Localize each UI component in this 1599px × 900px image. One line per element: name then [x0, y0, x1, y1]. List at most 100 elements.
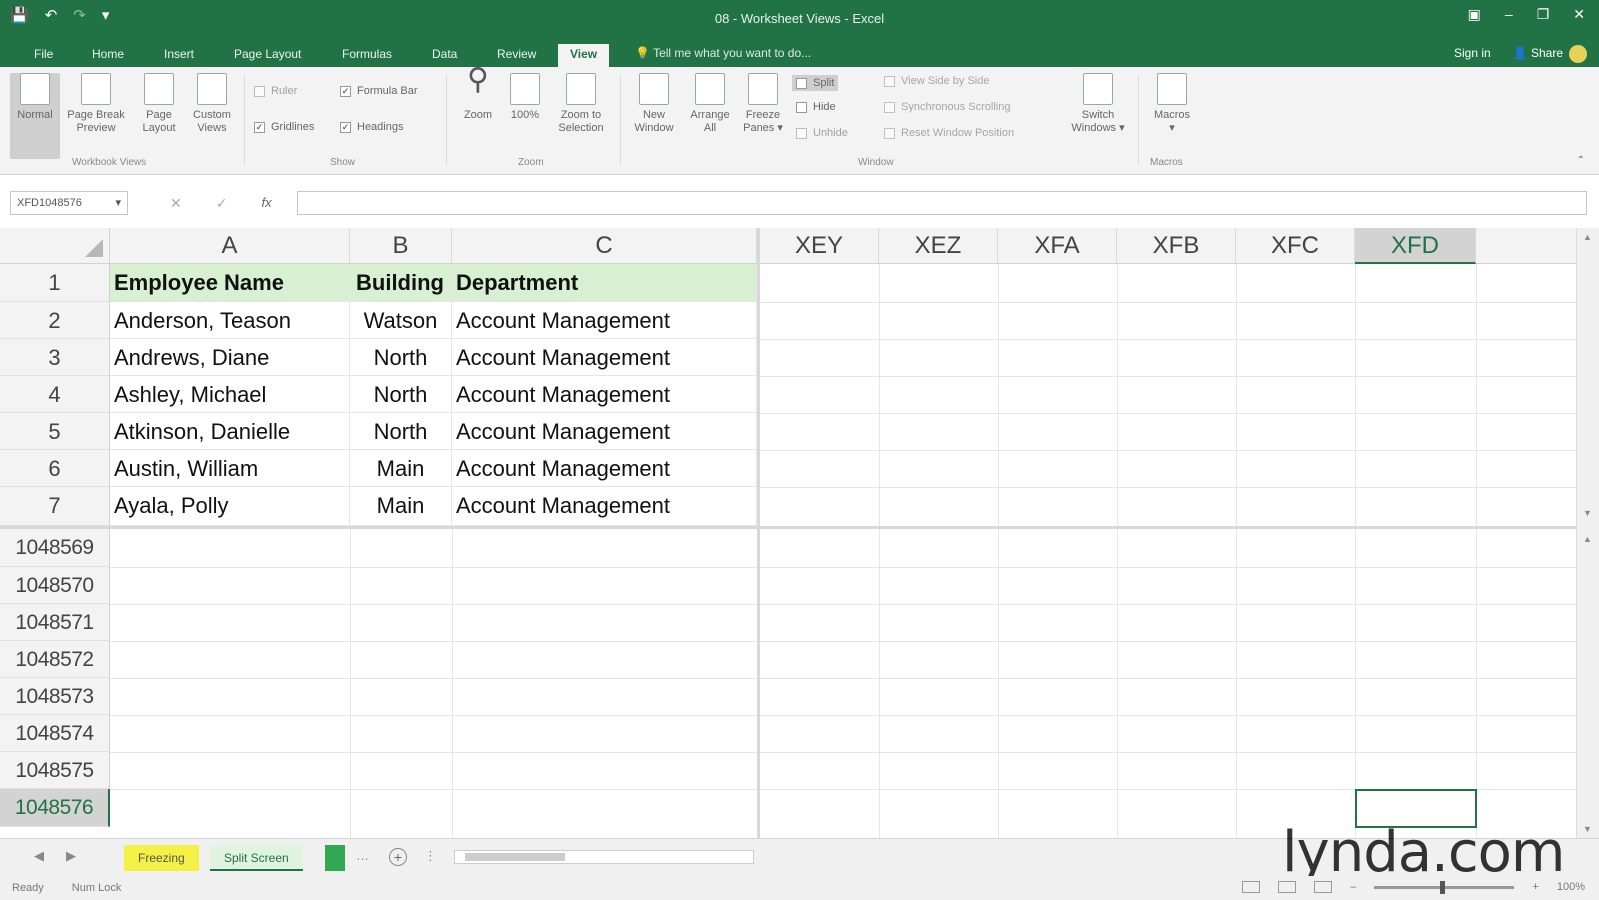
- row-header[interactable]: 1048573: [0, 678, 110, 715]
- cell-b[interactable]: North: [350, 339, 452, 376]
- zoom-100-button[interactable]: 100%: [505, 73, 545, 122]
- horizontal-scrollbar[interactable]: [454, 850, 754, 864]
- sheet-tab-split-screen[interactable]: Split Screen: [210, 845, 303, 871]
- column-header-xey[interactable]: XEY: [760, 228, 879, 264]
- freeze-panes-button[interactable]: Freeze Panes ▾: [738, 73, 788, 135]
- insert-function-button[interactable]: fx: [261, 195, 271, 212]
- name-box[interactable]: XFD1048576 ▾: [10, 191, 128, 215]
- row-header[interactable]: 4: [0, 376, 110, 413]
- row-header[interactable]: 1048572: [0, 641, 110, 678]
- arrange-all-button[interactable]: Arrange All: [684, 73, 736, 135]
- zoom-slider[interactable]: [1374, 880, 1515, 894]
- tab-formulas[interactable]: Formulas: [330, 44, 404, 67]
- row-header[interactable]: 5: [0, 413, 110, 450]
- minimize-icon[interactable]: –: [1505, 6, 1513, 23]
- column-header-xfa[interactable]: XFA: [998, 228, 1117, 264]
- split-button[interactable]: Split: [792, 75, 839, 91]
- cell-b[interactable]: North: [350, 376, 452, 413]
- add-sheet-icon[interactable]: +: [389, 848, 407, 866]
- page-layout-view-icon[interactable]: [1278, 881, 1297, 893]
- tab-home[interactable]: Home: [80, 44, 136, 67]
- cell-c[interactable]: Account Management: [452, 487, 757, 526]
- cell-b[interactable]: North: [350, 413, 452, 450]
- row-header[interactable]: 1048574: [0, 715, 110, 752]
- cancel-icon[interactable]: ✕: [170, 195, 182, 212]
- horizontal-split-bar[interactable]: [0, 526, 1576, 529]
- row-header[interactable]: 1048571: [0, 604, 110, 641]
- cell-a[interactable]: Ashley, Michael: [110, 376, 350, 413]
- row-header[interactable]: 1: [0, 264, 110, 302]
- sheet-tab-freezing[interactable]: Freezing: [124, 845, 199, 871]
- tell-me-box[interactable]: 💡 Tell me what you want to do...: [635, 46, 811, 60]
- tab-split-handle-icon[interactable]: ⋮: [424, 848, 437, 864]
- row-header[interactable]: 6: [0, 450, 110, 487]
- tab-data[interactable]: Data: [420, 44, 469, 67]
- cell-c[interactable]: Account Management: [452, 302, 757, 339]
- column-header-xfd[interactable]: XFD: [1355, 228, 1476, 264]
- row-header-selected[interactable]: 1048576: [0, 789, 110, 827]
- custom-views-button[interactable]: Custom Views: [186, 73, 238, 135]
- collapse-ribbon-icon[interactable]: ⌃: [1577, 155, 1585, 166]
- tab-review[interactable]: Review: [485, 44, 548, 67]
- page-break-preview-button[interactable]: Page Break Preview: [62, 73, 130, 135]
- cell-a[interactable]: Atkinson, Danielle: [110, 413, 350, 450]
- zoom-out-icon[interactable]: –: [1350, 881, 1356, 893]
- page-layout-view-button[interactable]: Page Layout: [134, 73, 184, 135]
- column-header-c[interactable]: C: [452, 228, 757, 264]
- page-break-view-icon[interactable]: [1314, 881, 1333, 893]
- row-header[interactable]: 3: [0, 339, 110, 376]
- formula-input[interactable]: [297, 191, 1587, 215]
- cell-b[interactable]: Main: [350, 487, 452, 526]
- cell-c1[interactable]: Department: [452, 264, 757, 302]
- cell-a[interactable]: Andrews, Diane: [110, 339, 350, 376]
- new-window-button[interactable]: New Window: [626, 73, 682, 135]
- cell-c[interactable]: Account Management: [452, 413, 757, 450]
- formula-bar-checkbox[interactable]: ✓ Formula Bar: [340, 85, 418, 97]
- prev-sheet-icon[interactable]: ◀: [34, 848, 44, 864]
- zoom-in-icon[interactable]: +: [1532, 881, 1538, 893]
- tab-page-layout[interactable]: Page Layout: [222, 44, 313, 67]
- unhide-button[interactable]: Unhide: [796, 127, 848, 139]
- reset-window-position-button[interactable]: Reset Window Position: [884, 127, 1014, 139]
- cell-a[interactable]: Anderson, Teason: [110, 302, 350, 339]
- tab-view[interactable]: View: [558, 44, 610, 67]
- sign-in-link[interactable]: Sign in: [1454, 46, 1491, 60]
- cell-b[interactable]: Watson: [350, 302, 452, 339]
- select-all-button[interactable]: [0, 228, 110, 264]
- scroll-down-icon[interactable]: ▼: [1583, 508, 1592, 518]
- ribbon-display-icon[interactable]: ▣: [1468, 6, 1481, 23]
- sync-scrolling-button[interactable]: Synchronous Scrolling: [884, 101, 1010, 113]
- gridlines-checkbox[interactable]: ✓ Gridlines: [254, 121, 314, 133]
- normal-view-icon[interactable]: [1242, 881, 1261, 893]
- switch-windows-button[interactable]: Switch Windows ▾: [1064, 73, 1132, 135]
- column-header-xfb[interactable]: XFB: [1117, 228, 1236, 264]
- cell-a[interactable]: Austin, William: [110, 450, 350, 487]
- share-button[interactable]: 👤 Share: [1513, 46, 1563, 60]
- zoom-to-selection-button[interactable]: Zoom to Selection: [549, 73, 613, 135]
- more-sheets-icon[interactable]: …: [356, 848, 369, 863]
- scroll-thumb[interactable]: [465, 853, 565, 861]
- row-header[interactable]: 2: [0, 302, 110, 339]
- column-header-xez[interactable]: XEZ: [879, 228, 998, 264]
- name-box-dropdown-icon[interactable]: ▾: [115, 192, 121, 214]
- row-header[interactable]: 1048569: [0, 529, 110, 567]
- row-header[interactable]: 1048570: [0, 567, 110, 604]
- zoom-button[interactable]: ⚲ Zoom: [455, 65, 501, 122]
- close-icon[interactable]: ✕: [1573, 6, 1585, 23]
- cell-c[interactable]: Account Management: [452, 376, 757, 413]
- row-header[interactable]: 7: [0, 487, 110, 526]
- enter-icon[interactable]: ✓: [216, 195, 228, 212]
- cell-c[interactable]: Account Management: [452, 339, 757, 376]
- hide-button[interactable]: Hide: [796, 101, 836, 113]
- row-header[interactable]: 1048575: [0, 752, 110, 789]
- macros-button[interactable]: Macros ▾: [1146, 73, 1198, 135]
- normal-view-button[interactable]: Normal: [10, 73, 60, 159]
- vertical-split-bar[interactable]: [757, 228, 760, 838]
- avatar[interactable]: [1569, 45, 1587, 63]
- ruler-checkbox[interactable]: Ruler: [254, 85, 297, 97]
- cell-b[interactable]: Main: [350, 450, 452, 487]
- column-header-b[interactable]: B: [350, 228, 452, 264]
- scroll-up-icon[interactable]: ▲: [1583, 232, 1592, 242]
- headings-checkbox[interactable]: ✓ Headings: [340, 121, 403, 133]
- tab-file[interactable]: File: [22, 44, 65, 67]
